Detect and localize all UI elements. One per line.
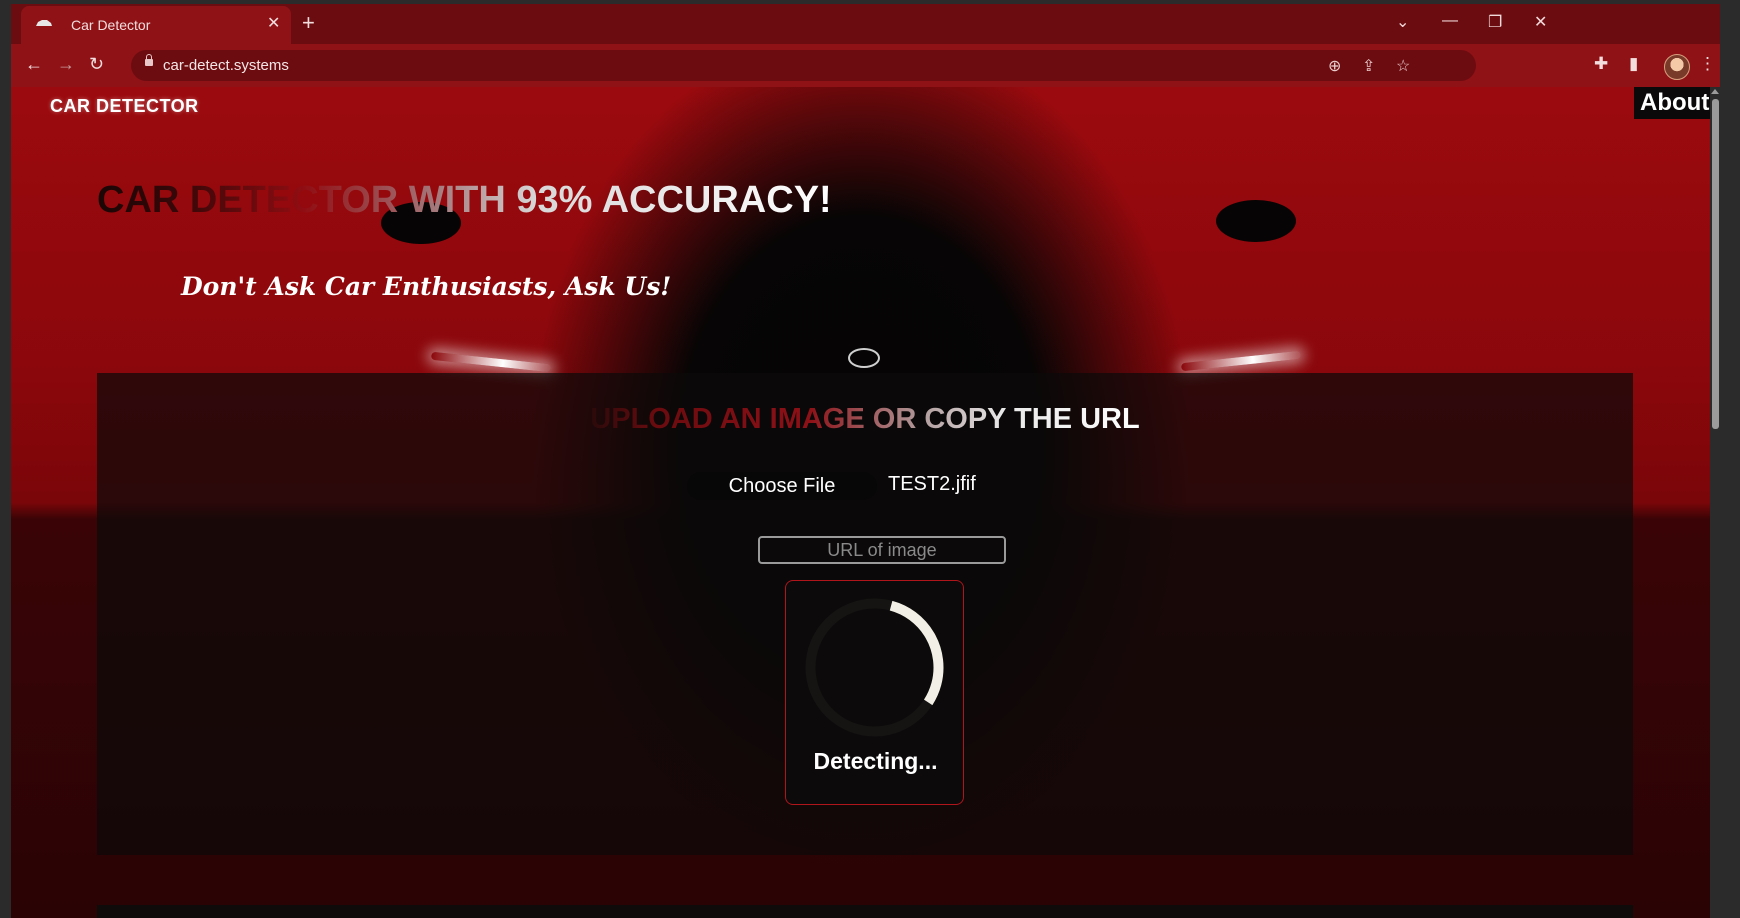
selected-file-name: TEST2.jfif [888, 473, 976, 495]
address-bar[interactable]: car-detect.systems ⊕ ⇪ ☆ [131, 50, 1476, 81]
detecting-status: Detecting... [813, 748, 938, 774]
tab-search-chevron-icon[interactable]: ⌄ [1396, 12, 1409, 32]
upload-panel-title: UPLOAD AN IMAGE OR COPY THE URL [97, 403, 1633, 436]
image-url-input[interactable] [758, 536, 1006, 564]
forward-arrow-icon[interactable]: → [57, 54, 75, 75]
page-content: CAR DETECTOR About CAR DETECTOR WITH 93%… [11, 87, 1710, 918]
upload-panel: UPLOAD AN IMAGE OR COPY THE URL Choose F… [97, 373, 1633, 855]
panel-lower-edge [97, 905, 1633, 918]
page-scrollbar[interactable] [1710, 87, 1720, 918]
close-tab-icon[interactable]: ✕ [267, 15, 280, 33]
minimize-icon[interactable]: — [1442, 12, 1458, 30]
profile-avatar[interactable] [1664, 54, 1690, 80]
back-arrow-icon[interactable]: ← [25, 54, 43, 75]
scrollbar-thumb[interactable] [1712, 99, 1719, 429]
tab-car-detector[interactable]: Car Detector ✕ [21, 6, 291, 44]
site-logo[interactable]: CAR DETECTOR [50, 96, 199, 117]
headlight-right-decoration [1180, 350, 1302, 372]
about-link[interactable]: About [1634, 87, 1710, 119]
side-panel-icon[interactable]: ▮ [1629, 54, 1638, 74]
url-text[interactable]: car-detect.systems [163, 57, 289, 74]
car-favicon-icon [36, 20, 52, 26]
detecting-card: Detecting... [785, 580, 964, 805]
choose-file-button[interactable]: Choose File [687, 472, 877, 500]
restore-icon[interactable]: ❐ [1488, 12, 1502, 32]
car-mirror-right-decoration [1216, 200, 1296, 242]
upload-panel-title-text: UPLOAD AN IMAGE OR COPY THE URL [590, 403, 1140, 435]
car-emblem-decoration [848, 348, 880, 368]
star-icon[interactable]: ☆ [1396, 56, 1410, 76]
reload-icon[interactable]: ↻ [89, 54, 104, 75]
page-tagline: Don't Ask Car Enthusiasts, Ask Us! [181, 272, 672, 301]
scroll-up-arrow-icon[interactable] [1711, 89, 1719, 94]
browser-window: Car Detector ✕ + ⌄ — ❐ ✕ ← → ↻ car-detec… [11, 4, 1720, 918]
new-tab-plus-icon[interactable]: + [302, 10, 315, 36]
loading-spinner-icon [805, 598, 944, 737]
zoom-icon[interactable]: ⊕ [1328, 56, 1341, 76]
browser-toolbar: ← → ↻ car-detect.systems ⊕ ⇪ ☆ ✚ ▮ ⋮ [11, 44, 1720, 87]
page-headline: CAR DETECTOR WITH 93% ACCURACY! [97, 179, 832, 221]
headlight-left-decoration [430, 351, 552, 373]
tab-title: Car Detector [71, 17, 151, 33]
lock-icon[interactable] [145, 54, 153, 66]
kebab-menu-icon[interactable]: ⋮ [1699, 54, 1716, 74]
close-window-icon[interactable]: ✕ [1534, 12, 1547, 32]
tab-strip: Car Detector ✕ + ⌄ — ❐ ✕ [11, 4, 1720, 44]
share-icon[interactable]: ⇪ [1362, 56, 1375, 76]
puzzle-icon[interactable]: ✚ [1594, 54, 1608, 74]
